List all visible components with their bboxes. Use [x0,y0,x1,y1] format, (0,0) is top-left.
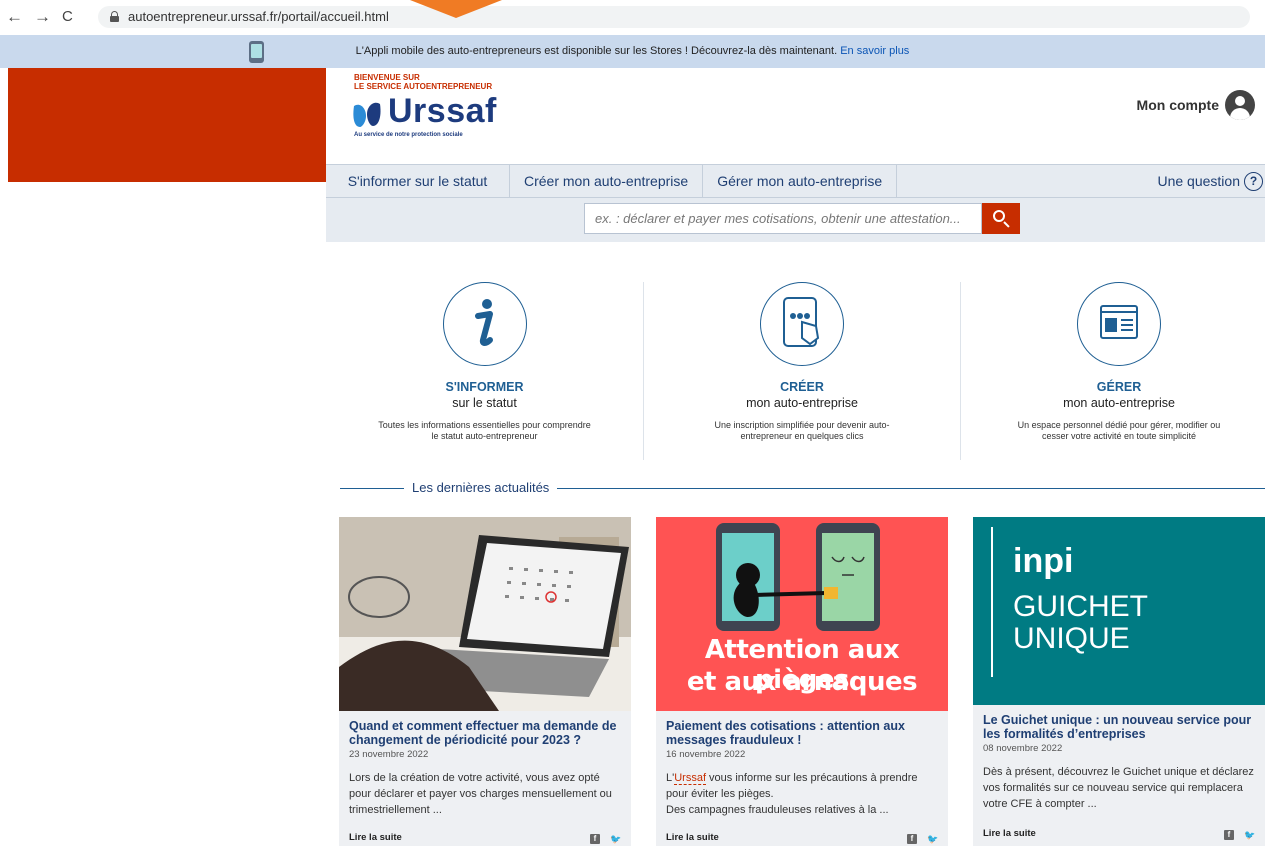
pillar-creer[interactable]: CRÉER mon auto-entreprise Une inscriptio… [643,282,960,460]
guichet-line-1: GUICHET [1013,590,1148,623]
news-card-footer: Lire la suite f 🐦 [349,832,621,846]
twitter-icon[interactable]: 🐦 [927,834,938,844]
help-icon: ? [1244,171,1263,191]
news-card-title[interactable]: Quand et comment effectuer ma demande de… [339,711,631,747]
logo-tagline: Au service de notre protection sociale [354,132,463,138]
pillar-description: Une inscription simplifiée pour devenir … [714,420,890,441]
news-card-excerpt: L'Urssaf vous informe sur les précaution… [656,760,948,818]
ad-placeholder [8,68,326,182]
account-label: Mon compte [1136,97,1219,113]
news-card-title[interactable]: Le Guichet unique : un nouveau service p… [973,705,1265,741]
twitter-icon[interactable]: 🐦 [610,834,621,844]
logo-wordmark: Urssaf [388,92,497,130]
facebook-icon[interactable]: f [590,834,600,844]
facebook-icon[interactable]: f [1224,830,1234,840]
excerpt-line-2: Des campagnes frauduleuses relatives à l… [666,804,889,816]
news-card-footer: Lire la suite f 🐦 [666,832,938,846]
reload-button[interactable]: C [62,7,73,27]
pillar-description: Toutes les informations essentielles pou… [378,420,591,441]
pillar-title: CRÉER [780,380,824,394]
news-section-title: Les dernières actualités [404,480,558,495]
pillar-subtitle: mon auto-entreprise [1063,396,1175,410]
search-bar: ex. : déclarer et payer mes cotisations,… [326,198,1265,242]
nav-item-creer[interactable]: Créer mon auto-entreprise [510,165,704,197]
news-image-inpi: inpi GUICHET UNIQUE [973,517,1265,705]
nav-item-gerer[interactable]: Gérer mon auto-entreprise [703,165,898,197]
back-button[interactable]: ← [6,7,23,27]
app-banner-text: L'Appli mobile des auto-entrepreneurs es… [355,45,838,57]
address-bar[interactable]: autoentrepreneur.urssaf.fr/portail/accue… [98,6,1250,28]
question-label: Une question [1157,173,1240,189]
pillar-subtitle: sur le statut [452,396,517,410]
twitter-icon[interactable]: 🐦 [1244,830,1255,840]
main-navigation: S'informer sur le statut Créer mon auto-… [326,164,1265,198]
url-text: autoentrepreneur.urssaf.fr/portail/accue… [128,9,389,24]
search-input[interactable]: ex. : déclarer et payer mes cotisations,… [584,203,982,234]
guichet-line-2: UNIQUE [1013,622,1130,655]
pillar-subtitle: mon auto-entreprise [746,396,858,410]
info-icon [442,282,527,366]
image-caption-line-2: et aux arnaques [686,667,918,697]
nav-item-informer[interactable]: S'informer sur le statut [326,165,510,197]
pillar-informer[interactable]: S'INFORMER sur le statut Toutes les info… [326,282,643,460]
app-banner: L'Appli mobile des auto-entrepreneurs es… [0,35,1265,68]
news-card-excerpt: Dès à présent, découvrez le Guichet uniq… [983,766,1254,810]
app-banner-link[interactable]: En savoir plus [840,45,909,57]
news-section-header: Les dernières actualités [340,480,1265,496]
dashboard-icon [1077,282,1161,366]
welcome-line-2: LE SERVICE AUTOENTREPRENEUR [354,82,493,91]
news-card-date: 16 novembre 2022 [666,749,746,760]
pillar-title: GÉRER [1096,380,1142,394]
news-card-guichet-unique[interactable]: inpi GUICHET UNIQUE Le Guichet unique : … [973,517,1265,846]
user-avatar-icon [1225,90,1255,120]
annotation-arrow [410,0,502,18]
news-card-date: 23 novembre 2022 [349,749,429,760]
read-more-link[interactable]: Lire la suite [666,832,719,843]
news-card-excerpt: Lors de la création de votre activité, v… [349,772,612,816]
news-image-arnaques: Attention aux pièges et aux arnaques [656,517,948,711]
pillar-title: S'INFORMER [445,380,524,394]
news-card-title[interactable]: Paiement des cotisations : attention aux… [656,711,948,747]
account-button[interactable]: Mon compte [1137,90,1255,120]
site-header: BIENVENUE SUR LE SERVICE AUTOENTREPRENEU… [326,68,1265,164]
inpi-brand: inpi [1013,542,1074,580]
urssaf-logo-icon [353,102,381,127]
read-more-link[interactable]: Lire la suite [349,832,402,843]
pillar-description: Un espace personnel dédié pour gérer, mo… [1017,420,1221,441]
urssaf-logo[interactable]: Urssaf Au service de notre protection so… [352,92,552,144]
smartphone-icon [249,41,264,63]
search-button[interactable] [982,203,1020,234]
facebook-icon[interactable]: f [907,834,917,844]
news-card-fraude[interactable]: Attention aux pièges et aux arnaques Pai… [656,517,948,846]
read-more-link[interactable]: Lire la suite [983,828,1036,839]
excerpt-prefix: L' [666,772,675,784]
welcome-text: BIENVENUE SUR LE SERVICE AUTOENTREPRENEU… [354,73,554,91]
news-card-date: 08 novembre 2022 [983,743,1063,754]
pillar-gerer[interactable]: GÉRER mon auto-entreprise Un espace pers… [960,282,1265,460]
news-image-laptop [339,517,631,711]
browser-toolbar: ← → C autoentrepreneur.urssaf.fr/portail… [0,0,1265,34]
nav-question[interactable]: Une question ? [1157,165,1265,197]
forward-button[interactable]: → [34,7,51,27]
urssaf-inline-link[interactable]: Urssaf [674,772,706,785]
news-card-footer: Lire la suite f 🐦 [983,828,1255,842]
news-card-periodicite[interactable]: Quand et comment effectuer ma demande de… [339,517,631,846]
welcome-line-1: BIENVENUE SUR [354,73,420,82]
tablet-touch-icon [760,282,844,366]
service-pillars: S'INFORMER sur le statut Toutes les info… [326,282,1265,460]
lock-icon [110,11,119,22]
